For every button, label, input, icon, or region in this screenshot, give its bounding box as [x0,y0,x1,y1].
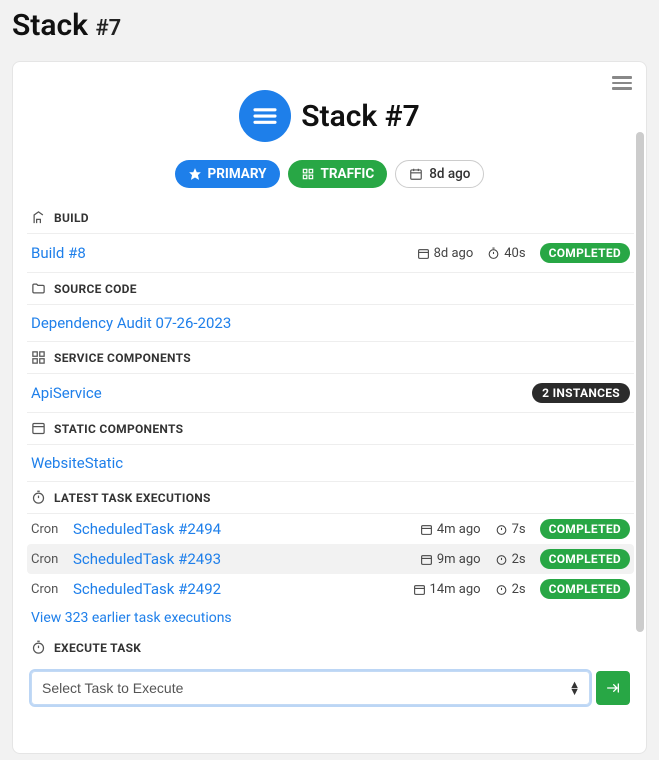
task-type: Cron [31,522,65,537]
source-row: Dependency Audit 07-26-2023 [27,305,634,342]
task-duration: 2s [495,582,526,597]
calendar-icon [420,523,433,536]
page-title-text: Stack [12,8,95,43]
traffic-badge-label: TRAFFIC [321,166,375,182]
static-row: WebsiteStatic [27,445,634,482]
task-age: 4m ago [420,522,481,537]
stopwatch-icon [495,583,508,596]
traffic-badge: TRAFFIC [288,160,388,188]
traffic-icon [301,167,315,181]
task-age: 9m ago [420,552,481,567]
task-status: COMPLETED [540,549,630,569]
stopwatch-icon [31,490,46,505]
build-row: Build #8 8d ago 40s COMPLETED [27,234,634,273]
card-header: Stack #7 PRIMARY TRAFFIC 8d ago [13,62,646,202]
services-section-label: SERVICE COMPONENTS [54,351,191,365]
task-row: Cron ScheduledTask #2494 4m ago 7s COMPL… [27,514,634,544]
arrow-right-icon [605,680,621,696]
task-row: Cron ScheduledTask #2492 14m ago 2s COMP… [27,574,634,604]
tasks-section-label: LATEST TASK EXECUTIONS [54,491,211,505]
source-section-header: SOURCE CODE [27,273,634,305]
tasks-section-header: LATEST TASK EXECUTIONS [27,482,634,514]
task-link[interactable]: ScheduledTask #2492 [73,580,221,598]
execute-section-label: EXECUTE TASK [54,641,141,655]
service-link[interactable]: ApiService [31,384,102,402]
page-title: Stack #7 [0,0,659,61]
stopwatch-icon [487,247,500,260]
task-status: COMPLETED [540,519,630,539]
build-duration: 40s [487,246,525,261]
static-link[interactable]: WebsiteStatic [31,454,123,472]
static-section-label: STATIC COMPONENTS [54,422,183,436]
source-link[interactable]: Dependency Audit 07-26-2023 [31,314,231,332]
execute-section-header: EXECUTE TASK [27,632,634,663]
task-age: 14m ago [413,582,481,597]
page-title-num: #7 [95,16,121,41]
stack-card: Stack #7 PRIMARY TRAFFIC 8d ago BUILD Bu… [12,61,647,754]
build-age: 8d ago [417,246,474,261]
badge-row: PRIMARY TRAFFIC 8d ago [175,160,485,188]
scrollbar[interactable] [636,132,644,692]
calendar-icon [417,247,430,260]
primary-badge: PRIMARY [175,160,280,188]
task-duration: 2s [495,552,526,567]
execute-row: Select Task to Execute ▲▼ [27,663,634,713]
execute-button[interactable] [596,671,630,705]
view-more-tasks-link[interactable]: View 323 earlier task executions [27,604,236,632]
build-status: COMPLETED [540,243,630,263]
static-section-header: STATIC COMPONENTS [27,413,634,445]
service-row: ApiService 2 INSTANCES [27,374,634,413]
build-link[interactable]: Build #8 [31,244,86,262]
primary-badge-label: PRIMARY [208,166,267,182]
stack-title: Stack #7 [301,99,420,134]
build-section-label: BUILD [54,211,89,225]
star-icon [188,167,202,181]
task-select[interactable]: Select Task to Execute [31,671,590,705]
menu-icon[interactable] [612,76,632,90]
stack-logo-icon [239,90,291,142]
calendar-icon [413,583,426,596]
task-row: Cron ScheduledTask #2493 9m ago 2s COMPL… [27,544,634,574]
task-type: Cron [31,552,65,567]
task-link[interactable]: ScheduledTask #2493 [73,550,221,568]
window-icon [31,421,46,436]
age-badge-label: 8d ago [429,166,470,182]
instances-badge: 2 INSTANCES [532,383,630,403]
grid-icon [31,350,46,365]
services-section-header: SERVICE COMPONENTS [27,342,634,374]
task-link[interactable]: ScheduledTask #2494 [73,520,221,538]
crane-icon [31,210,46,225]
build-section-header: BUILD [27,202,634,234]
task-type: Cron [31,582,65,597]
stopwatch-icon [495,523,508,536]
age-badge: 8d ago [395,160,484,188]
stopwatch-icon [495,553,508,566]
source-section-label: SOURCE CODE [54,282,137,296]
task-status: COMPLETED [540,579,630,599]
calendar-icon [420,553,433,566]
calendar-icon [409,167,423,181]
folder-icon [31,281,46,296]
stopwatch-icon [31,640,46,655]
task-duration: 7s [495,522,526,537]
